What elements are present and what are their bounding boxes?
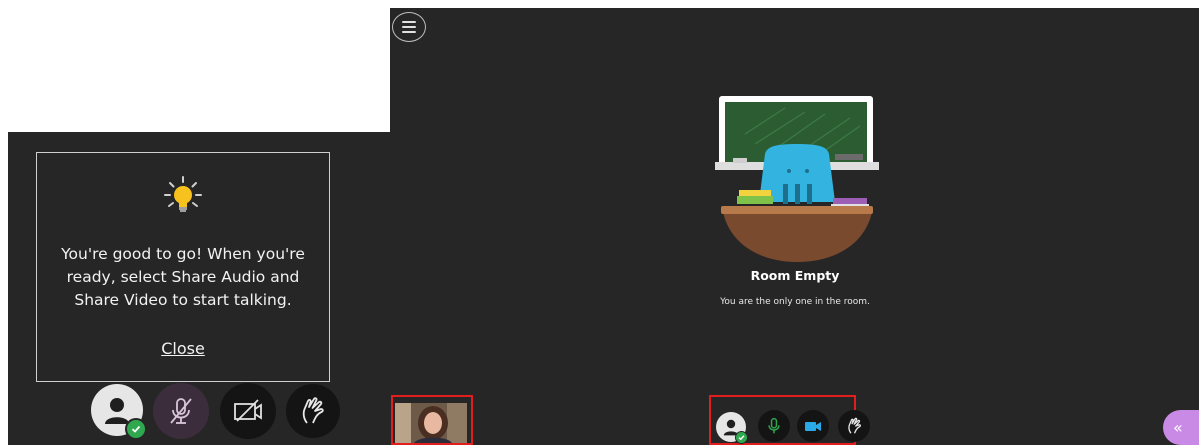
room-status-subtitle: You are the only one in the room. <box>720 297 870 307</box>
share-audio-button[interactable] <box>153 383 209 439</box>
camera-icon <box>805 422 821 431</box>
close-link[interactable]: Close <box>37 339 329 358</box>
double-chevron-left-icon: « <box>1173 418 1183 437</box>
status-badge <box>735 431 748 444</box>
avatar-button-small[interactable] <box>716 412 748 444</box>
share-video-button[interactable] <box>220 383 276 439</box>
raise-hand-button-small[interactable] <box>838 410 870 442</box>
microphone-button[interactable] <box>758 410 790 442</box>
hamburger-menu-icon <box>402 21 416 33</box>
check-icon <box>131 425 141 433</box>
raise-hand-icon <box>302 397 324 424</box>
microphone-muted-icon <box>170 398 192 424</box>
status-badge <box>125 418 147 440</box>
avatar-button[interactable] <box>91 384 147 440</box>
tooltip-message: You're good to go! When you're ready, se… <box>61 245 305 309</box>
room-status-title: Room Empty <box>750 268 840 283</box>
open-panel-button[interactable]: « <box>1163 410 1199 445</box>
thumbnail-highlight <box>391 395 473 445</box>
raise-hand-icon <box>847 417 861 434</box>
lightbulb-icon <box>37 175 329 219</box>
ready-tooltip: You're good to go! When you're ready, se… <box>36 152 330 382</box>
check-icon <box>738 435 745 441</box>
empty-classroom-illustration <box>715 94 880 264</box>
raise-hand-button[interactable] <box>286 384 340 438</box>
microphone-icon <box>768 417 780 434</box>
camera-off-icon <box>234 399 262 422</box>
camera-button[interactable] <box>797 410 829 442</box>
menu-button[interactable] <box>392 12 426 42</box>
